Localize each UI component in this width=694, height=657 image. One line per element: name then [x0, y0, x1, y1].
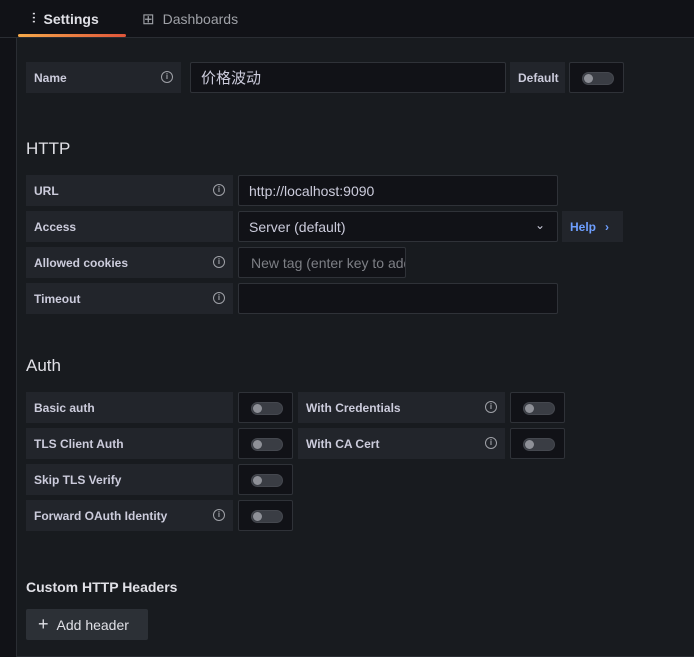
help-button[interactable]: Help ›	[562, 211, 623, 242]
info-icon[interactable]: i	[213, 256, 225, 268]
info-icon[interactable]: i	[485, 437, 497, 449]
tls-client-auth-label: TLS Client Auth	[26, 428, 233, 459]
with-credentials-toggle[interactable]	[510, 392, 565, 423]
default-toggle[interactable]	[569, 62, 624, 93]
info-icon[interactable]: i	[161, 71, 173, 83]
info-icon[interactable]: i	[213, 509, 225, 521]
forward-oauth-toggle[interactable]	[238, 500, 293, 531]
url-input[interactable]: http://localhost:9090	[238, 175, 558, 206]
url-label: URL i	[26, 175, 233, 206]
info-icon[interactable]: i	[213, 184, 225, 196]
tab-bar: ⫶ Settings ⊞ Dashboards	[0, 0, 694, 38]
access-select[interactable]: Server (default) ⌄	[238, 211, 558, 242]
plus-icon: +	[38, 614, 49, 634]
tab-dashboards[interactable]: ⊞ Dashboards	[142, 0, 238, 37]
chevron-right-icon: ›	[605, 219, 610, 234]
default-label: Default	[510, 62, 565, 93]
tab-settings[interactable]: ⫶ Settings	[18, 0, 126, 37]
name-label: Name i	[26, 62, 181, 93]
basic-auth-toggle[interactable]	[238, 392, 293, 423]
with-credentials-label: With Credentials i	[298, 392, 505, 423]
info-icon[interactable]: i	[213, 292, 225, 304]
basic-auth-label: Basic auth	[26, 392, 233, 423]
skip-tls-verify-label: Skip TLS Verify	[26, 464, 233, 495]
with-ca-cert-toggle[interactable]	[510, 428, 565, 459]
sliders-icon: ⫶	[32, 10, 36, 26]
with-ca-cert-label: With CA Cert i	[298, 428, 505, 459]
add-header-button[interactable]: + Add header	[26, 609, 148, 640]
apps-icon: ⊞	[142, 10, 155, 28]
name-input[interactable]: 价格波动	[190, 62, 506, 93]
timeout-input[interactable]	[238, 283, 558, 314]
allowed-cookies-label: Allowed cookies i	[26, 247, 233, 278]
timeout-label: Timeout i	[26, 283, 233, 314]
allowed-cookies-input[interactable]: New tag (enter key to add)	[238, 247, 406, 278]
http-heading: HTTP	[26, 139, 71, 158]
tls-client-auth-toggle[interactable]	[238, 428, 293, 459]
access-label: Access	[26, 211, 233, 242]
forward-oauth-label: Forward OAuth Identity i	[26, 500, 233, 531]
auth-heading: Auth	[26, 356, 61, 375]
chevron-down-icon: ⌄	[534, 218, 545, 232]
info-icon[interactable]: i	[485, 401, 497, 413]
settings-panel	[16, 37, 694, 657]
custom-headers-heading: Custom HTTP Headers	[26, 579, 178, 595]
skip-tls-verify-toggle[interactable]	[238, 464, 293, 495]
